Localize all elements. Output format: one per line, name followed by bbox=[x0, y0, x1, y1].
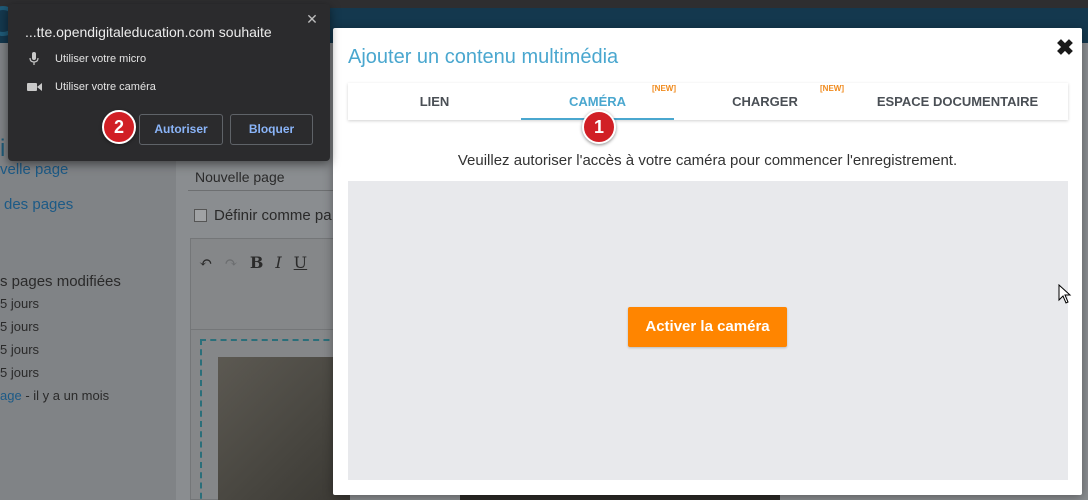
microphone-icon bbox=[25, 52, 43, 66]
recent-item: 5 jours bbox=[0, 365, 40, 380]
homepage-checkbox-row[interactable]: Définir comme pa bbox=[194, 207, 332, 224]
recent-item: 5 jours bbox=[0, 296, 40, 311]
permission-mic-row: Utiliser votre micro bbox=[25, 52, 146, 66]
italic-button[interactable]: I bbox=[275, 253, 281, 275]
media-tabs: LIEN CAMÉRA [NEW] CHARGER [NEW] ESPACE D… bbox=[348, 83, 1068, 120]
tab-document-space[interactable]: ESPACE DOCUMENTAIRE bbox=[856, 83, 1059, 120]
mouse-cursor-icon bbox=[1058, 284, 1072, 304]
sidebar-link-pages-list[interactable]: des pages bbox=[4, 196, 73, 213]
step-marker-1: 1 bbox=[582, 110, 616, 144]
permission-camera-row: Utiliser votre caméra bbox=[25, 80, 156, 94]
tab-label: CHARGER bbox=[732, 94, 798, 109]
recent-item: 5 jours bbox=[0, 319, 40, 334]
permission-mic-label: Utiliser votre micro bbox=[55, 53, 147, 65]
tab-upload[interactable]: CHARGER [NEW] bbox=[674, 83, 856, 120]
permission-camera-label: Utiliser votre caméra bbox=[55, 81, 156, 93]
block-button[interactable]: Bloquer bbox=[230, 114, 313, 145]
tab-link[interactable]: LIEN bbox=[348, 83, 521, 120]
close-icon[interactable]: ✖ bbox=[1053, 36, 1077, 60]
recent-item-link[interactable]: age bbox=[0, 388, 22, 403]
tab-label: CAMÉRA bbox=[568, 94, 627, 109]
tab-label: LIEN bbox=[419, 94, 450, 109]
activate-camera-button[interactable]: Activer la caméra bbox=[628, 307, 787, 347]
recent-pages-title: s pages modifiées bbox=[0, 273, 121, 290]
homepage-checkbox-label: Définir comme pa bbox=[214, 207, 332, 224]
media-modal: Ajouter un contenu multimédia ✖ LIEN CAM… bbox=[333, 28, 1082, 495]
allow-button[interactable]: Autoriser bbox=[139, 114, 223, 145]
recent-item-time: - il y a un mois bbox=[21, 388, 110, 403]
redo-icon[interactable]: ↷ bbox=[224, 253, 237, 275]
recent-item: 5 jours bbox=[0, 342, 40, 357]
close-icon[interactable]: ✕ bbox=[303, 10, 321, 28]
sidebar-link-new-page[interactable]: velle page bbox=[0, 161, 68, 178]
recent-item-last: age - il y a un mois bbox=[0, 388, 109, 403]
bold-button[interactable]: B bbox=[250, 253, 264, 275]
tab-label: ESPACE DOCUMENTAIRE bbox=[876, 94, 1039, 109]
editor-toolbar: ↶ ↷ B I U bbox=[191, 239, 351, 289]
modal-title: Ajouter un contenu multimédia bbox=[348, 46, 619, 68]
homepage-checkbox[interactable] bbox=[194, 209, 207, 222]
video-camera-icon bbox=[25, 80, 43, 94]
camera-preview-area: Activer la caméra bbox=[348, 181, 1068, 480]
new-badge: [NEW] bbox=[820, 84, 844, 93]
step-marker-2: 2 bbox=[102, 110, 136, 144]
permission-title: ...tte.opendigitaleducation.com souhaite bbox=[25, 24, 272, 40]
sidebar-initial: i bbox=[0, 135, 6, 162]
permission-popup: ...tte.opendigitaleducation.com souhaite… bbox=[8, 4, 330, 161]
underline-button[interactable]: U bbox=[294, 253, 307, 275]
undo-icon[interactable]: ↶ bbox=[199, 253, 212, 275]
camera-permission-notice: Veuillez autoriser l'accès à votre camér… bbox=[457, 152, 958, 169]
page-title-input[interactable]: Nouvelle page bbox=[188, 163, 338, 191]
editor-image bbox=[218, 357, 350, 500]
editor-divider bbox=[191, 329, 351, 330]
new-badge: [NEW] bbox=[652, 84, 676, 93]
